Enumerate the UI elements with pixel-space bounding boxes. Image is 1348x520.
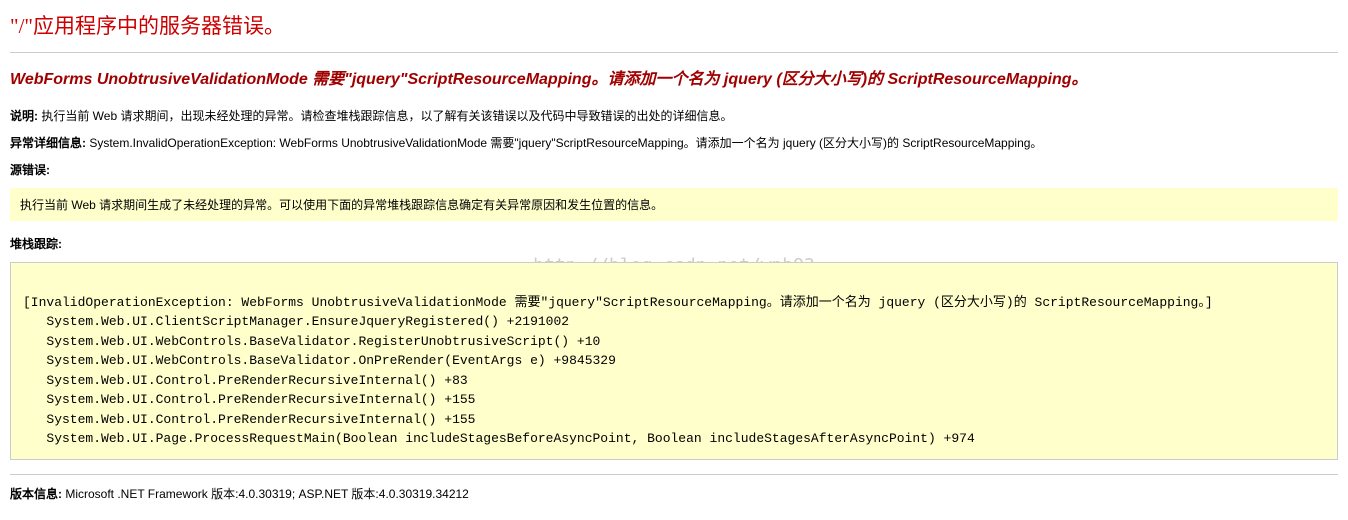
description-line: 说明: 执行当前 Web 请求期间，出现未经处理的异常。请检查堆栈跟踪信息，以了… (10, 107, 1338, 124)
version-label: 版本信息: (10, 487, 62, 501)
divider (10, 52, 1338, 53)
stack-trace-box: [InvalidOperationException: WebForms Uno… (10, 262, 1338, 460)
version-text: Microsoft .NET Framework 版本:4.0.30319; A… (62, 487, 469, 501)
page-title: "/"应用程序中的服务器错误。 (10, 10, 1338, 40)
divider (10, 474, 1338, 475)
error-subtitle: WebForms UnobtrusiveValidationMode 需要"jq… (10, 65, 1338, 89)
exception-label: 异常详细信息: (10, 136, 86, 150)
description-text: 执行当前 Web 请求期间，出现未经处理的异常。请检查堆栈跟踪信息，以了解有关该… (38, 109, 732, 123)
version-line: 版本信息: Microsoft .NET Framework 版本:4.0.30… (10, 485, 1338, 502)
exception-line: 异常详细信息: System.InvalidOperationException… (10, 134, 1338, 151)
exception-text: System.InvalidOperationException: WebFor… (86, 136, 1042, 150)
description-label: 说明: (10, 109, 38, 123)
source-error-label: 源错误: (10, 161, 1338, 178)
error-page: "/"应用程序中的服务器错误。 WebForms UnobtrusiveVali… (10, 10, 1338, 502)
stack-trace-label-text: 堆栈跟踪: (10, 237, 62, 251)
source-error-label-text: 源错误: (10, 163, 50, 177)
stack-trace-label: 堆栈跟踪: (10, 235, 1338, 252)
source-error-box: 执行当前 Web 请求期间生成了未经处理的异常。可以使用下面的异常堆栈跟踪信息确… (10, 188, 1338, 221)
